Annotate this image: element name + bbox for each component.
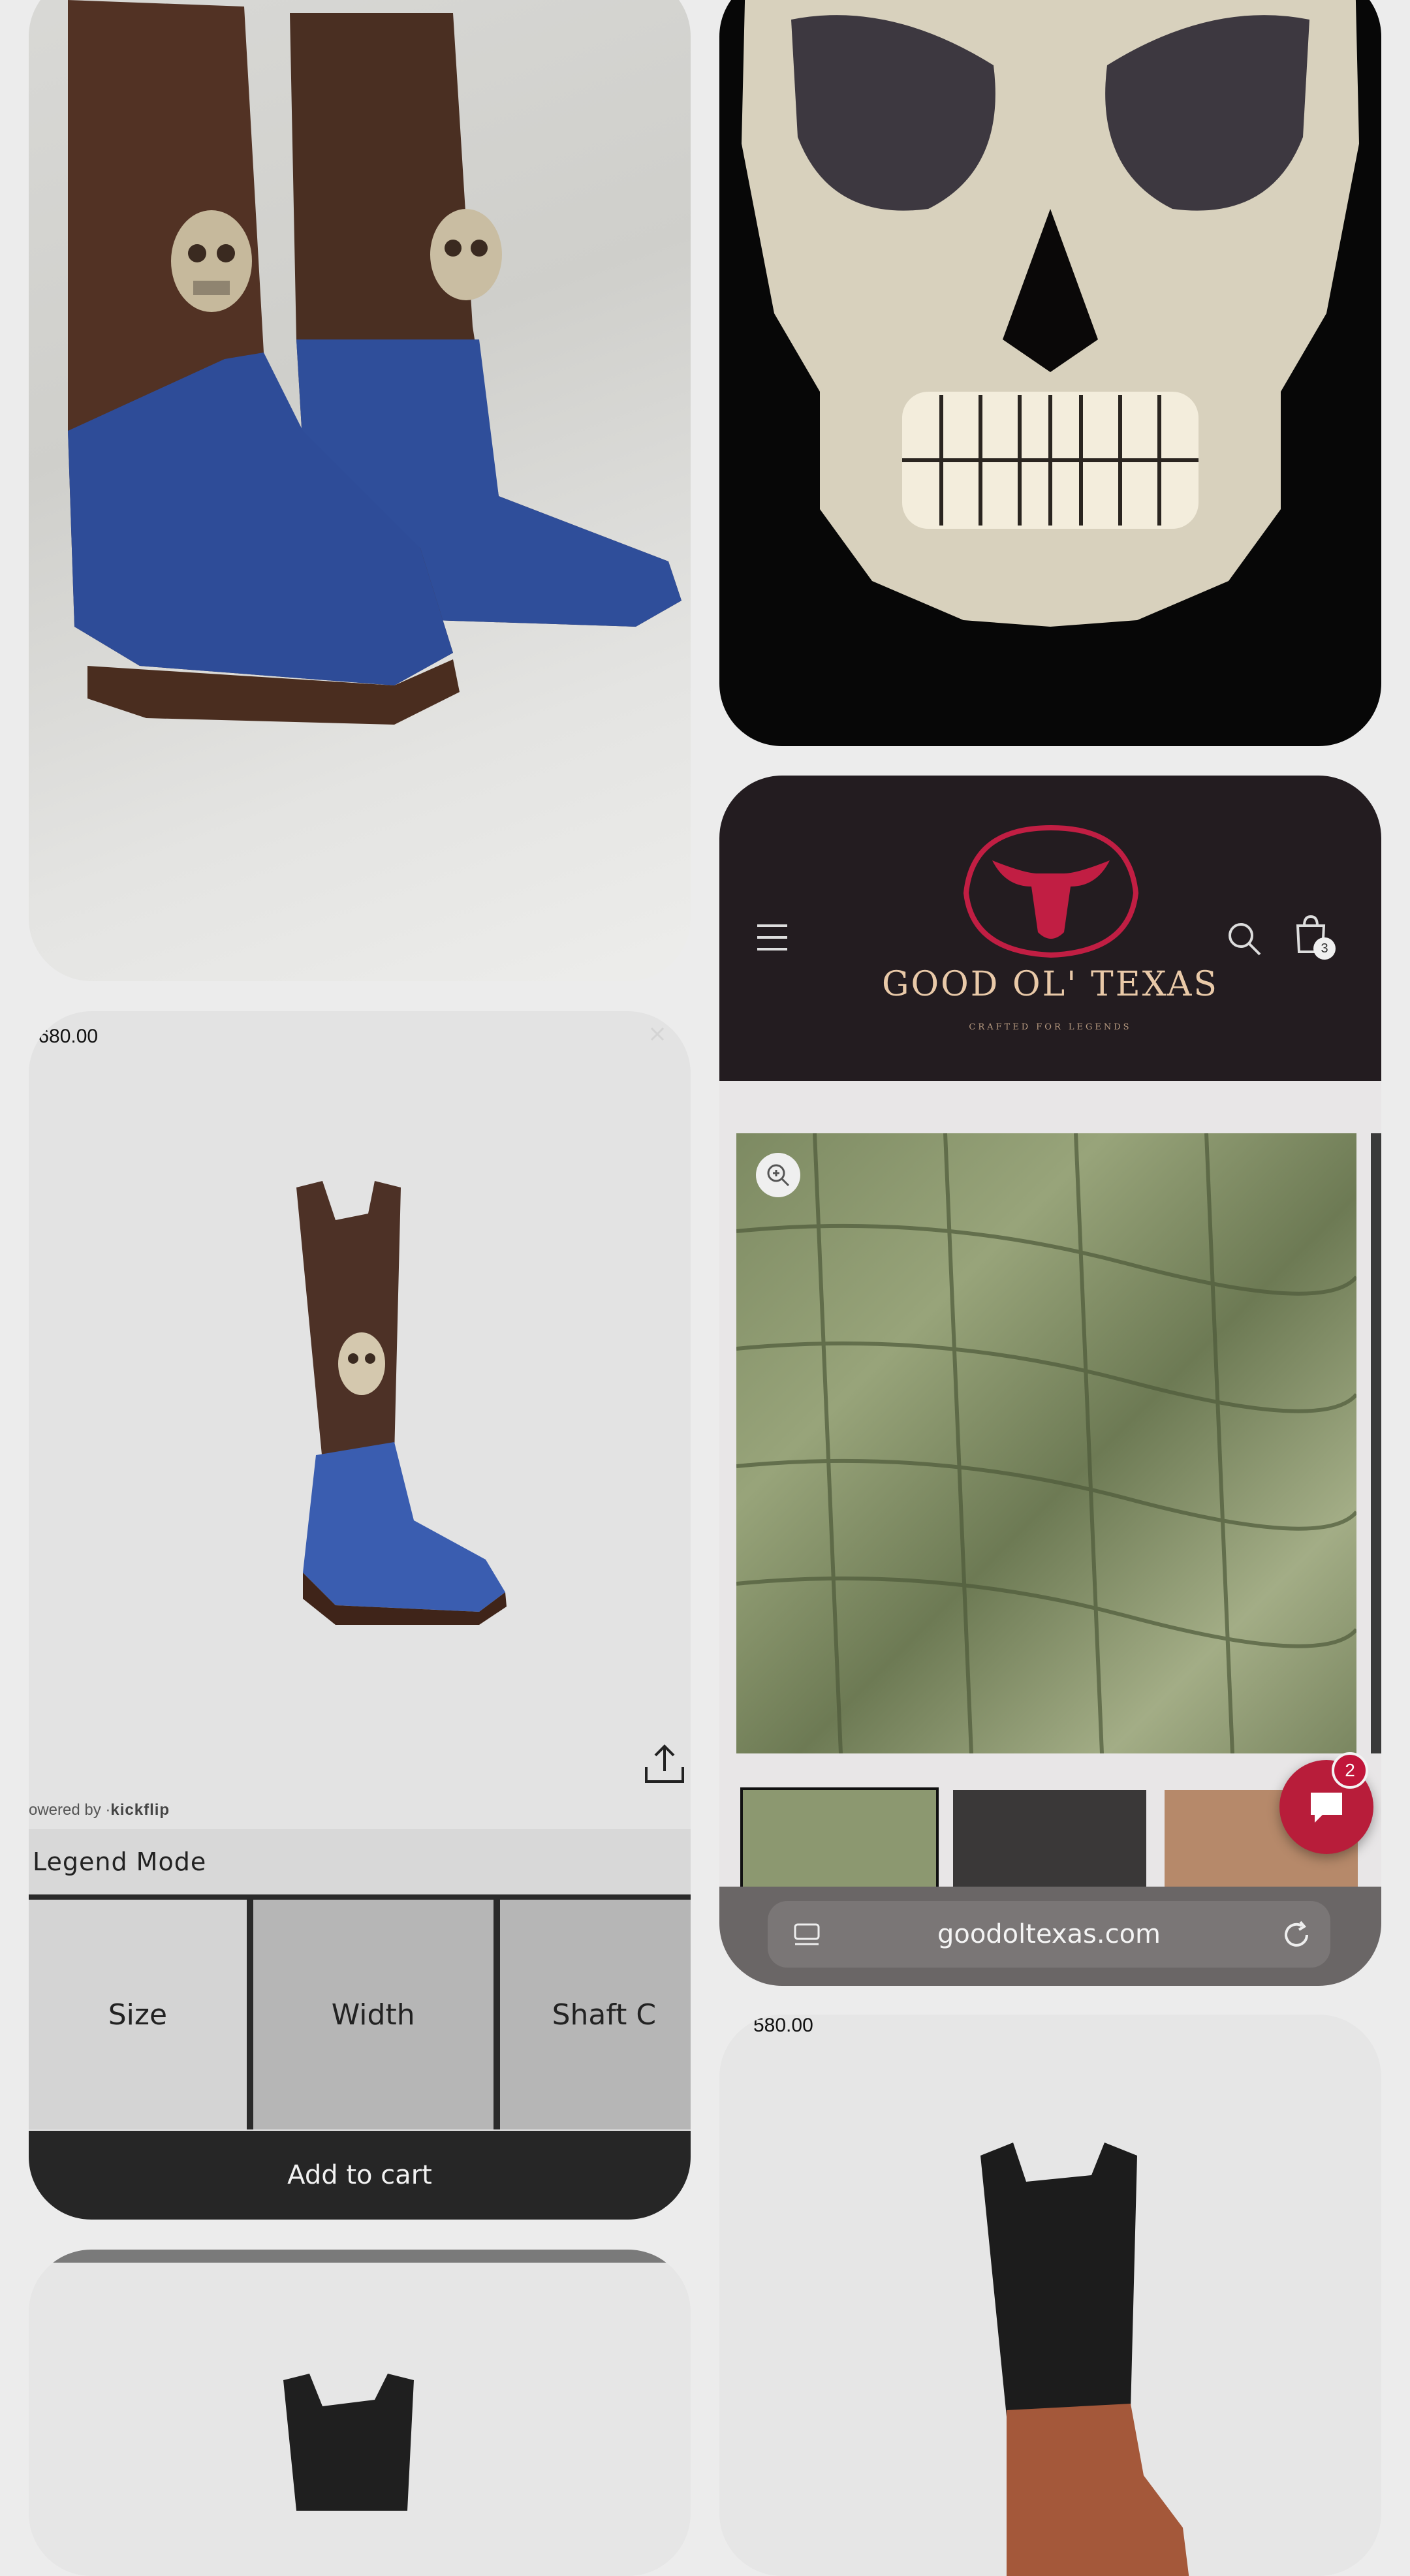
skull-boots-photo <box>68 0 682 725</box>
crocodile-texture <box>736 1133 1358 1754</box>
chat-bubble-icon <box>1311 1793 1342 1823</box>
boot-configurator-card[interactable]: ,680.00 owered by ·kickflip Legend Mode … <box>29 1011 691 2220</box>
boots-photo-card[interactable] <box>29 0 691 981</box>
website-screenshot-card[interactable]: GOOD OL' TEXAS CRAFTED FOR LEGENDS 3 2 g… <box>719 776 1381 1986</box>
brand-tagline: CRAFTED FOR LEGENDS <box>969 1022 1132 1032</box>
url-text[interactable]: goodoltexas.com <box>768 1919 1330 1949</box>
option-tabs: Size Width Shaft C <box>29 1900 691 2129</box>
next-image-peek <box>1371 1133 1381 1753</box>
browser-url-bar: goodoltexas.com <box>719 1887 1381 1986</box>
cart-count-badge: 3 <box>1313 937 1336 960</box>
black-boot-card[interactable] <box>29 2250 691 2576</box>
product-texture-image[interactable] <box>736 1133 1358 1754</box>
brown-boot-card[interactable]: 580.00 <box>719 2015 1381 2576</box>
kickflip-brand[interactable]: kickflip <box>110 1801 170 1819</box>
bull-logo-emblem <box>963 825 1139 958</box>
zoom-in-icon[interactable] <box>755 1152 802 1199</box>
search-icon[interactable] <box>1226 920 1262 957</box>
hamburger-menu-icon[interactable] <box>756 923 789 952</box>
card-top-strip <box>29 2250 691 2263</box>
reload-icon[interactable] <box>1282 1921 1312 1951</box>
close-icon[interactable] <box>648 1024 667 1044</box>
skull-illustration-card[interactable] <box>719 0 1381 746</box>
product-price: ,680.00 <box>33 1026 99 1047</box>
black-brown-boot-image <box>980 2143 1189 2576</box>
powered-by-label: owered by ·kickflip <box>29 1801 170 1819</box>
legend-mode-label: Legend Mode <box>33 1847 207 1876</box>
option-size[interactable]: Size <box>29 1900 247 2129</box>
address-pill[interactable]: goodoltexas.com <box>768 1901 1330 1968</box>
share-upload-icon[interactable] <box>642 1742 687 1785</box>
chat-notification-badge: 2 <box>1332 1752 1368 1789</box>
skull-illustration <box>742 0 1359 627</box>
product-price-brown: 580.00 <box>753 2015 813 2036</box>
legend-mode-header: Legend Mode <box>29 1829 691 1900</box>
site-header: GOOD OL' TEXAS CRAFTED FOR LEGENDS 3 <box>719 776 1381 1081</box>
option-shaft[interactable]: Shaft C <box>499 1900 691 2129</box>
black-boot-image <box>283 2374 414 2511</box>
boot-3d-preview <box>296 1181 507 1625</box>
add-to-cart-button[interactable]: Add to cart <box>29 2131 691 2220</box>
option-width[interactable]: Width <box>253 1900 494 2129</box>
powered-by-text: owered by · <box>29 1801 111 1819</box>
brand-name[interactable]: GOOD OL' TEXAS <box>719 965 1381 1004</box>
